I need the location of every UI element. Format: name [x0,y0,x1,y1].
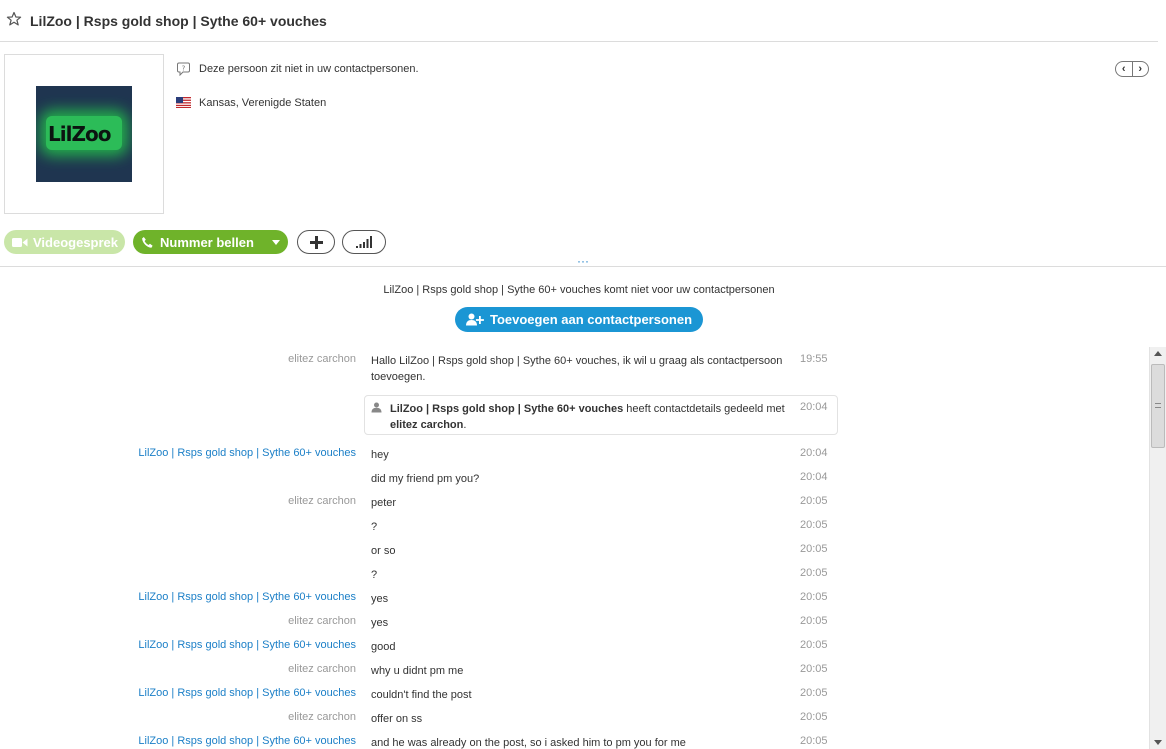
message-sender[interactable]: elitez carchon [288,711,356,723]
message-time: 20:05 [800,711,828,723]
message-text: ? [371,569,378,581]
video-call-label: Videogesprek [33,234,119,250]
message-text: hey [371,449,389,461]
message-time: 20:05 [800,543,828,555]
panel-divider[interactable] [0,266,1166,267]
add-person-icon [465,313,484,326]
message-time: 20:05 [800,591,828,603]
not-in-contacts-notice: LilZoo | Rsps gold shop | Sythe 60+ vouc… [383,284,775,296]
message-sender[interactable]: LilZoo | Rsps gold shop | Sythe 60+ vouc… [138,639,356,651]
svg-text:?: ? [182,65,186,73]
scrollbar-grip [1155,403,1161,408]
favorite-star-icon[interactable] [6,11,22,27]
contact-shared-system-message: LilZoo | Rsps gold shop | Sythe 60+ vouc… [364,395,838,435]
message-time: 20:05 [800,735,828,747]
chat-scrollbar[interactable] [1149,347,1166,749]
contact-status-row: ? Deze persoon zit niet in uw contactper… [176,61,419,76]
message-sender[interactable]: LilZoo | Rsps gold shop | Sythe 60+ vouc… [138,447,356,459]
message-text: ? [371,521,378,533]
system-message-time: 20:04 [800,401,828,413]
profile-picture-frame: LilZoo [4,54,164,214]
signal-bars-icon [355,236,372,248]
system-message-body: heeft contactdetails gedeeld met [623,403,785,415]
us-flag-icon [176,95,191,110]
video-call-button[interactable]: Videogesprek [4,230,125,254]
message-time: 20:05 [800,663,828,675]
message-text: and he was already on the post, so i ask… [371,737,686,749]
conversation-header: LilZoo | Rsps gold shop | Sythe 60+ vouc… [0,0,1158,42]
message-time: 20:05 [800,687,828,699]
scroll-up-arrow-icon[interactable] [1154,351,1162,356]
phone-icon [142,236,153,248]
message-history[interactable]: elitez carchon Hallo LilZoo | Rsps gold … [0,348,1148,749]
message-text: or so [371,545,396,557]
previous-arrow-icon[interactable]: ‹ [1116,62,1133,76]
message-text: peter [371,497,397,509]
add-contact-label: Toevoegen aan contactpersonen [489,312,693,327]
message-time: 20:05 [800,615,828,627]
call-options-chevron-icon[interactable] [272,240,280,245]
avatar-logo-text: LilZoo [48,122,111,146]
message-text: yes [371,593,389,605]
message-time: 20:05 [800,639,828,651]
message-text: did my friend pm you? [371,473,480,485]
message-sender[interactable]: LilZoo | Rsps gold shop | Sythe 60+ vouc… [138,591,356,603]
message-sender[interactable]: elitez carchon [288,663,356,675]
video-camera-icon [12,237,28,247]
message-text: good [371,641,396,653]
message-time: 19:55 [800,353,828,365]
profile-pager: ‹ › [1115,61,1149,77]
call-number-label: Nummer bellen [160,234,254,250]
message-time: 20:05 [800,519,828,531]
shared-with-name[interactable]: elitez carchon [390,419,463,431]
message-text: offer on ss [371,713,423,725]
location-row: Kansas, Verenigde Staten [176,95,326,110]
message-sender[interactable]: elitez carchon [288,495,356,507]
message-sender[interactable]: elitez carchon [288,615,356,627]
splitter-handle-icon[interactable]: ··· [577,255,589,267]
contact-title: LilZoo | Rsps gold shop | Sythe 60+ vouc… [30,13,327,29]
add-to-call-button[interactable] [297,230,335,254]
system-message-text: LilZoo | Rsps gold shop | Sythe 60+ vouc… [390,401,790,433]
contact-status-text: Deze persoon zit niet in uw contactperso… [199,62,419,75]
message-sender[interactable]: elitez carchon [288,353,356,365]
avatar: LilZoo [36,86,132,182]
message-sender[interactable]: LilZoo | Rsps gold shop | Sythe 60+ vouc… [138,687,356,699]
message-text: Hallo LilZoo | Rsps gold shop | Sythe 60… [371,355,783,383]
scrollbar-thumb[interactable] [1151,364,1165,448]
message-text: yes [371,617,389,629]
call-number-button[interactable]: Nummer bellen [133,230,288,254]
add-contact-button[interactable]: Toevoegen aan contactpersonen [455,307,703,332]
plus-icon [309,235,323,249]
message-time: 20:04 [800,447,828,459]
message-text: why u didnt pm me [371,665,464,677]
message-time: 20:05 [800,567,828,579]
next-arrow-icon[interactable]: › [1133,62,1149,76]
message-text: couldn't find the post [371,689,472,701]
message-time: 20:05 [800,495,828,507]
system-message-end: . [463,419,467,431]
shared-contact-name[interactable]: LilZoo | Rsps gold shop | Sythe 60+ vouc… [390,403,623,415]
message-time: 20:04 [800,471,828,483]
unknown-contact-icon: ? [176,61,191,76]
location-text: Kansas, Verenigde Staten [199,96,327,109]
scroll-down-arrow-icon[interactable] [1154,740,1162,745]
call-quality-button[interactable] [342,230,386,254]
message-sender[interactable]: LilZoo | Rsps gold shop | Sythe 60+ vouc… [138,735,356,747]
person-icon [371,402,382,413]
